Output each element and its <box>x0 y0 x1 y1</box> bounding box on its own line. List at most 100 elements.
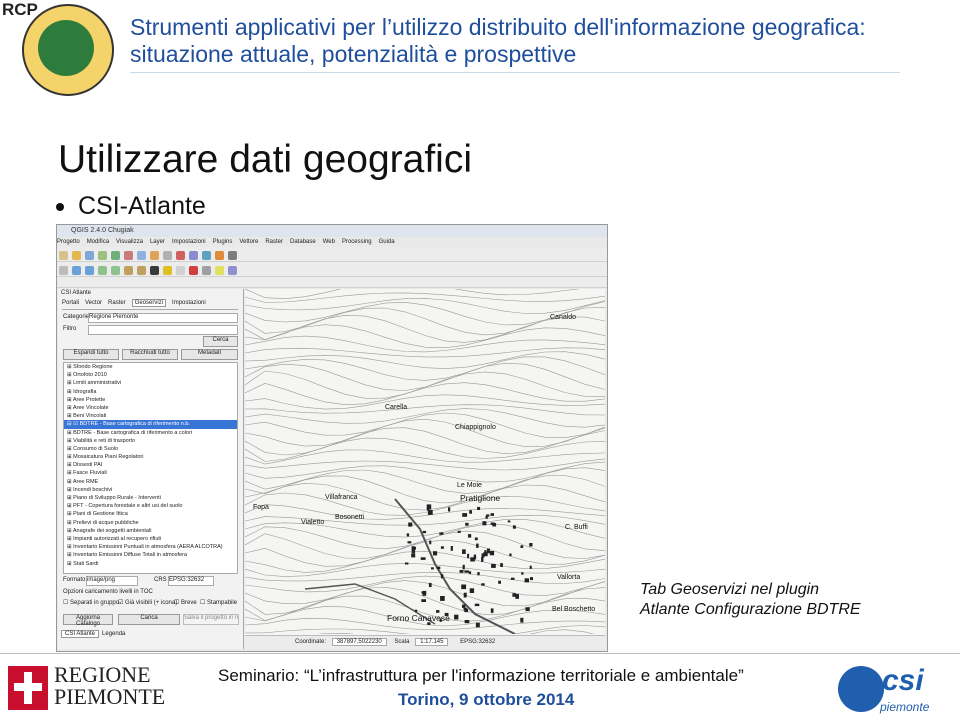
zoom-full-icon[interactable] <box>98 266 107 275</box>
layer-tree-item[interactable]: ⊞ Idrografia <box>64 388 237 396</box>
menu-database[interactable]: Database <box>290 239 316 245</box>
layer-tree-item[interactable]: ⊞ Aree RME <box>64 478 237 486</box>
expand-toggle-icon[interactable]: ⊟ ☑ <box>67 421 80 427</box>
layer-tree-item[interactable]: ⊞ Anagrafe dei soggetti ambientali <box>64 527 237 535</box>
layer-tree-item[interactable]: ⊞ Consumo di Suolo <box>64 445 237 453</box>
check-breve[interactable]: ☐ Breve <box>174 599 197 606</box>
python-icon[interactable] <box>202 251 211 260</box>
layer-tree-item[interactable]: ⊟ ☑ BDTRE - Base cartografica di riferim… <box>64 420 237 429</box>
aggiorna-catalogo-button[interactable]: Aggiorna Catalogo <box>63 614 113 627</box>
tab-raster[interactable]: Raster <box>108 300 126 306</box>
menu-layer[interactable]: Layer <box>150 239 165 245</box>
grass-icon[interactable] <box>228 251 237 260</box>
layer-tree-item[interactable]: ⊞ Inventario Emissioni Puntuali in atmos… <box>64 543 237 551</box>
building-footprint <box>415 609 418 612</box>
layer-tree-item[interactable]: ⊞ Dissesti PAI <box>64 461 237 469</box>
formato-select[interactable]: image/png <box>86 576 138 586</box>
layer-tree-item[interactable]: ⊞ Prelievi di acque pubbliche <box>64 519 237 527</box>
deselect-icon[interactable] <box>189 266 198 275</box>
add-vector-icon[interactable] <box>98 251 107 260</box>
layer-tree-item[interactable]: ⊞ Ortofoto 2010 <box>64 371 237 379</box>
tab-portali[interactable]: Portali <box>62 300 79 306</box>
bullet-dot <box>56 203 64 212</box>
layer-tree-item[interactable]: ⊞ Mosaicatura Piani Regolatori <box>64 453 237 461</box>
building-footprint <box>477 506 481 510</box>
region-line-2: PIEMONTE <box>54 684 166 709</box>
layer-tree-item[interactable]: ⊞ Sfondo Regione <box>64 363 237 371</box>
tab-csi-atlante[interactable]: CSI Atlante <box>61 630 100 638</box>
layer-tree-item[interactable]: ⊞ Fasce Fluviali <box>64 469 237 477</box>
menu-progetto[interactable]: Progetto <box>57 239 80 245</box>
refresh-icon[interactable] <box>150 266 159 275</box>
label-icon[interactable] <box>189 251 198 260</box>
identify-icon[interactable] <box>163 266 172 275</box>
layer-tree-item[interactable]: ⊞ Aree Vincolate <box>64 404 237 412</box>
layer-tree-item[interactable]: ⊞ Incendi boschivi <box>64 486 237 494</box>
scala-field[interactable]: 1:17.145 <box>415 638 449 646</box>
layer-tree-item[interactable]: ⊞ Piano di Sviluppo Rurale - Interventi <box>64 494 237 502</box>
layer-tree-item[interactable]: ⊞ Viabilità e reti di trasporto <box>64 437 237 445</box>
categorie-select[interactable]: Regione Piemonte <box>88 313 238 323</box>
epsg-button[interactable]: EPSG:32632 <box>460 639 495 645</box>
open-icon[interactable] <box>72 251 81 260</box>
menu-modifica[interactable]: Modifica <box>87 239 109 245</box>
measure-icon[interactable] <box>202 266 211 275</box>
menu-plugins[interactable]: Plugins <box>213 239 233 245</box>
menu-raster[interactable]: Raster <box>265 239 283 245</box>
pencil-icon[interactable] <box>150 251 159 260</box>
tips-icon[interactable] <box>228 266 237 275</box>
add-db-icon[interactable] <box>124 251 133 260</box>
layer-tree-item[interactable]: ⊞ Piani di Gestione Ittica <box>64 510 237 518</box>
building-footprint <box>407 541 412 544</box>
menu-visualizza[interactable]: Visualizza <box>116 239 143 245</box>
layer-tree-label: BDTRE - Base cartografica di riferimento… <box>73 429 193 436</box>
cerca-button[interactable]: Cerca <box>203 336 238 347</box>
coord-field[interactable]: 387897,5022230 <box>331 638 387 646</box>
filtro-input[interactable] <box>88 325 238 335</box>
layer-tree-item[interactable]: ⊞ Inventario Emissioni Diffuse Totali in… <box>64 551 237 559</box>
menu-web[interactable]: Web <box>323 239 335 245</box>
zoom-last-icon[interactable] <box>124 266 133 275</box>
zoom-next-icon[interactable] <box>137 266 146 275</box>
pan-icon[interactable] <box>59 266 68 275</box>
contour-line <box>244 347 606 358</box>
salva-remoto-hint[interactable]: Salva il progetto in remoto <box>183 614 239 625</box>
annotation-icon[interactable] <box>215 266 224 275</box>
zoom-in-icon[interactable] <box>72 266 81 275</box>
espandi-button[interactable]: Espandi tutto <box>63 349 119 360</box>
zoom-layer-icon[interactable] <box>111 266 120 275</box>
menu-impostazioni[interactable]: Impostazioni <box>172 239 206 245</box>
layer-tree-item[interactable]: ⊞ Stati Sardi <box>64 560 237 568</box>
tab-legenda[interactable]: Legenda <box>102 631 125 637</box>
save-icon[interactable] <box>85 251 94 260</box>
crs-select[interactable]: EPSG:32632 <box>168 576 214 586</box>
add-wms-icon[interactable] <box>137 251 146 260</box>
layer-tree-item[interactable]: ⊞ Impianti autorizzati al recupero rifiu… <box>64 535 237 543</box>
tab-vector[interactable]: Vector <box>85 300 102 306</box>
menu-vettore[interactable]: Vettore <box>239 239 258 245</box>
map-canvas[interactable]: Canaldo Carella Chiappignolo Pratiglione Vil… <box>244 281 606 651</box>
metadati-button[interactable]: Metadati <box>181 349 238 360</box>
zoom-out-icon[interactable] <box>85 266 94 275</box>
layer-tree-item[interactable]: ⊞ BDTRE - Base cartografica di riferimen… <box>64 429 237 437</box>
add-raster-icon[interactable] <box>111 251 120 260</box>
plugin-icon[interactable] <box>215 251 224 260</box>
layer-tree-item[interactable]: ⊞ Beni Vincolati <box>64 412 237 420</box>
digitize-icon[interactable] <box>163 251 172 260</box>
carica-button[interactable]: Carica <box>118 614 180 625</box>
select-icon[interactable] <box>176 266 185 275</box>
menu-processing[interactable]: Processing <box>342 239 372 245</box>
check-visibili[interactable]: ☑ Già visibili (+ icona) <box>118 599 177 606</box>
racchiudi-button[interactable]: Racchiudi tutto <box>122 349 178 360</box>
menu-guida[interactable]: Guida <box>379 239 395 245</box>
check-stampabile[interactable]: ☐ Stampabile <box>200 599 237 606</box>
filtro-label: Filtro <box>63 326 77 332</box>
new-project-icon[interactable] <box>59 251 68 260</box>
delete-icon[interactable] <box>176 251 185 260</box>
layer-tree-item[interactable]: ⊞ Aree Protette <box>64 396 237 404</box>
tab-impostazioni[interactable]: Impostazioni <box>172 300 206 306</box>
layer-tree-item[interactable]: ⊞ PFT - Copertura forestale e altri usi … <box>64 502 237 510</box>
check-separati[interactable]: ☐ Separati in gruppo <box>63 599 119 606</box>
layer-tree-item[interactable]: ⊞ Limiti amministrativi <box>64 379 237 387</box>
tab-geoservizi[interactable]: Geoservizi <box>131 299 167 307</box>
